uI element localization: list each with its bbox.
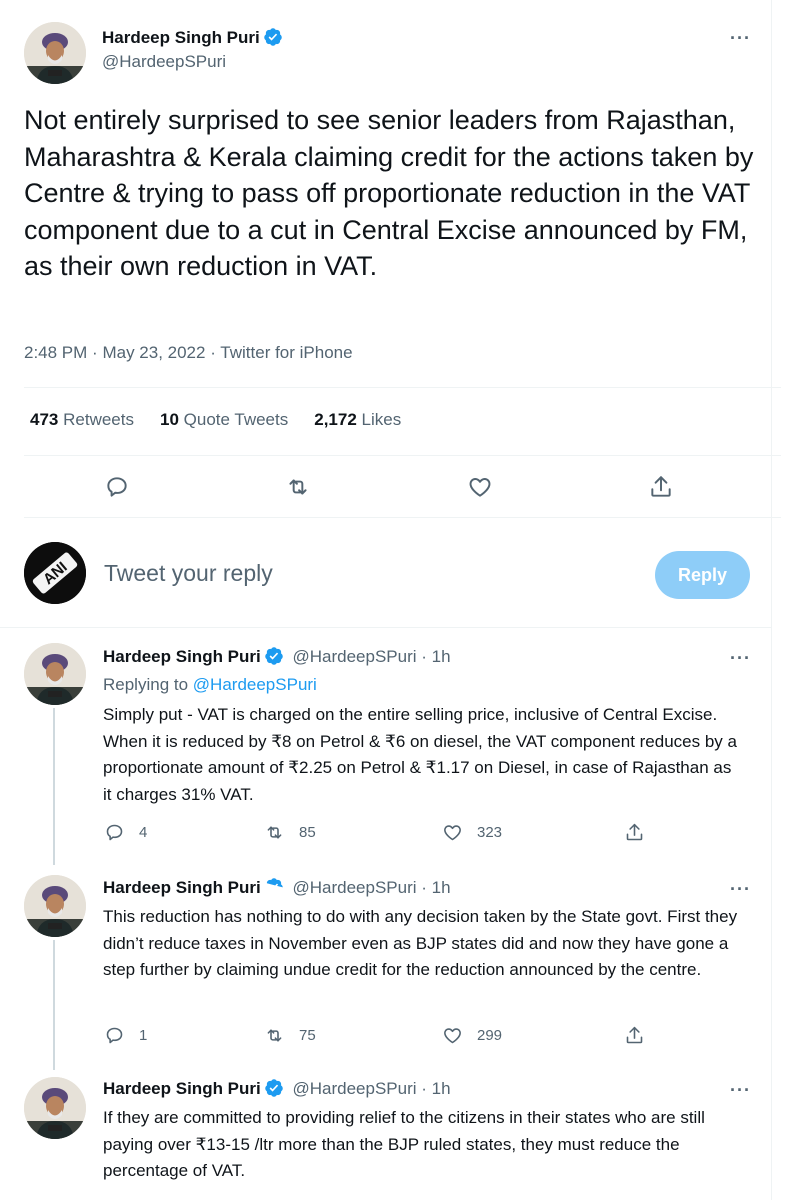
verified-badge-icon: [263, 27, 283, 47]
meta-separator: ·: [92, 343, 98, 362]
like-count: 299: [477, 1027, 503, 1044]
likes-count: 2,172: [314, 410, 357, 429]
reply-author-handle[interactable]: @HardeepSPuri: [292, 1079, 416, 1098]
tweet-source[interactable]: Twitter for iPhone: [220, 343, 352, 362]
reply-avatar[interactable]: [24, 643, 86, 705]
retweet-count: 75: [299, 1027, 316, 1044]
separator: ·: [421, 1079, 427, 1098]
divider: [24, 517, 781, 518]
more-options-icon[interactable]: ···: [730, 648, 751, 669]
reply-avatar[interactable]: [24, 875, 86, 937]
reply-icon: [106, 824, 123, 841]
more-options-icon[interactable]: ···: [730, 879, 751, 900]
verified-badge-icon: [264, 646, 284, 666]
separator: ·: [421, 647, 427, 666]
divider: [24, 387, 781, 388]
quote-tweets-count: 10: [159, 410, 179, 429]
reply-author-handle[interactable]: @HardeepSPuri: [292, 647, 416, 666]
retweets-label: Retweets: [63, 410, 134, 429]
reply-avatar[interactable]: [24, 1077, 86, 1139]
reply-count: 1: [139, 1027, 148, 1044]
reply-button[interactable]: Reply: [655, 551, 750, 599]
likes-label: Likes: [361, 410, 402, 429]
reply-author-name[interactable]: Hardeep Singh Puri: [103, 1079, 261, 1098]
replying-to-handle-link[interactable]: @HardeepSPuri: [193, 675, 317, 694]
reply-age[interactable]: 1h: [432, 1079, 451, 1098]
divider: [0, 627, 772, 628]
quote-tweets-stat[interactable]: 10 Quote Tweets: [160, 410, 288, 430]
reply-text: This reduction has nothing to do with an…: [103, 907, 738, 979]
reply-action-reply[interactable]: 4: [104, 822, 147, 843]
author-avatar[interactable]: [24, 22, 86, 84]
tweet-meta: 2:48 PM · May 23, 2022 · Twitter for iPh…: [24, 343, 353, 363]
like-icon[interactable]: [467, 474, 493, 500]
replying-to: Replying to @HardeepSPuri: [103, 675, 317, 695]
like-icon: [444, 825, 461, 841]
current-user-avatar[interactable]: ANI: [24, 542, 86, 604]
reply-header: Hardeep Singh Puri @HardeepSPuri · 1h: [103, 1078, 451, 1099]
retweet-icon: [267, 1029, 282, 1042]
author-name[interactable]: Hardeep Singh Puri: [102, 28, 260, 47]
tweet-date[interactable]: May 23, 2022: [102, 343, 205, 362]
retweet-count: 85: [299, 824, 316, 841]
reply-author-name[interactable]: Hardeep Singh Puri: [103, 878, 261, 897]
reply-action-share[interactable]: [624, 822, 645, 843]
reply-author-name[interactable]: Hardeep Singh Puri: [103, 647, 261, 666]
reply-action-like[interactable]: 299: [442, 1025, 502, 1046]
divider: [24, 455, 781, 456]
share-icon: [626, 1026, 643, 1044]
tweet-page: Hardeep Singh Puri @HardeepSPuri ··· Not…: [0, 0, 781, 1200]
reply-header: Hardeep Singh Puri @HardeepSPuri · 1h: [103, 877, 451, 898]
share-icon: [626, 823, 643, 841]
reply-header: Hardeep Singh Puri @HardeepSPuri · 1h: [103, 646, 451, 667]
retweet-icon: [267, 826, 282, 839]
reply-action-share[interactable]: [624, 1025, 645, 1046]
retweets-stat[interactable]: 473 Retweets: [30, 410, 134, 430]
quote-tweets-label: Quote Tweets: [183, 410, 289, 429]
thread-line: [53, 940, 55, 1070]
reply-author-handle[interactable]: @HardeepSPuri: [292, 878, 416, 897]
more-options-icon[interactable]: ···: [730, 1080, 751, 1101]
likes-stat[interactable]: 2,172 Likes: [314, 410, 401, 430]
reply-input[interactable]: Tweet your reply: [104, 560, 273, 587]
reply-text: Simply put - VAT is charged on the entir…: [103, 705, 737, 804]
retweets-count: 473: [30, 410, 59, 429]
tweet-time[interactable]: 2:48 PM: [24, 343, 87, 362]
like-icon: [444, 1028, 461, 1044]
reply-age[interactable]: 1h: [432, 647, 451, 666]
author-block: Hardeep Singh Puri @HardeepSPuri: [102, 27, 283, 72]
reply-text: If they are committed to providing relie…: [103, 1108, 705, 1180]
like-count: 323: [477, 824, 503, 841]
reply-count: 4: [139, 824, 148, 841]
verified-badge-icon: [264, 877, 284, 897]
reply-icon[interactable]: [104, 474, 130, 500]
meta-separator: ·: [210, 343, 216, 362]
thread-line: [53, 708, 55, 865]
author-handle[interactable]: @HardeepSPuri: [102, 52, 283, 72]
reply-action-like[interactable]: 323: [442, 822, 502, 843]
separator: ·: [421, 878, 427, 897]
reply-action-retweet[interactable]: 75: [264, 1025, 316, 1046]
replying-to-label: Replying to: [103, 675, 189, 694]
tweet-text: Not entirely surprised to see senior lea…: [24, 105, 754, 281]
reply-action-retweet[interactable]: 85: [264, 822, 316, 843]
retweet-icon[interactable]: [285, 474, 311, 500]
more-options-icon[interactable]: ···: [730, 28, 751, 49]
reply-action-reply[interactable]: 1: [104, 1025, 147, 1046]
verified-badge-icon: [264, 1078, 284, 1098]
tweet-stats: 473 Retweets 10 Quote Tweets 2,172 Likes: [30, 410, 401, 430]
share-icon[interactable]: [648, 474, 674, 500]
reply-age[interactable]: 1h: [432, 878, 451, 897]
reply-icon: [106, 1027, 123, 1044]
